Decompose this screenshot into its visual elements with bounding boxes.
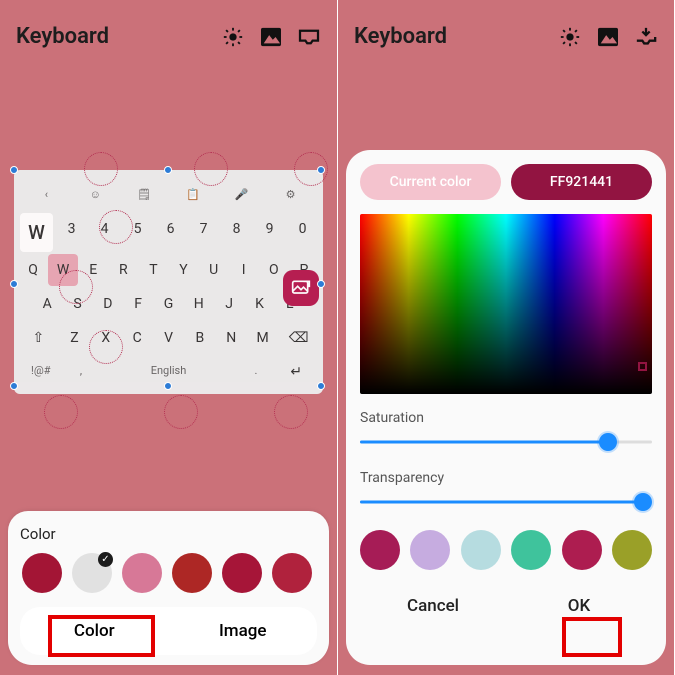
picker-buttons: Cancel OK <box>360 582 652 630</box>
key-w-big: W <box>20 213 53 252</box>
page-title: Keyboard <box>354 24 558 49</box>
topbar-actions <box>221 25 321 49</box>
tab-row: Color Image <box>20 607 317 655</box>
keyboard-preview[interactable]: ‹☺🗒📋🎤⚙ W 3 4 5 6 7 8 9 0 Q W E R T Y U <box>14 170 323 394</box>
cp-swatch-2[interactable] <box>410 530 450 570</box>
topbar: Keyboard <box>338 0 674 59</box>
image-icon[interactable] <box>259 25 283 49</box>
tray-icon[interactable] <box>297 25 321 49</box>
cp-swatch-3[interactable] <box>461 530 501 570</box>
page-title: Keyboard <box>16 24 221 49</box>
saturation-slider[interactable] <box>360 430 652 454</box>
swatch-row: ✓ <box>20 553 317 593</box>
transparency-slider[interactable] <box>360 490 652 514</box>
swatch-4[interactable] <box>172 553 212 593</box>
swatch-1[interactable] <box>22 553 62 593</box>
color-picker-panel: Current color FF921441 Saturation Transp… <box>346 150 666 665</box>
chip-row: Current color FF921441 <box>360 164 652 200</box>
tab-image[interactable]: Image <box>169 607 318 655</box>
image-picker-key[interactable] <box>283 270 319 306</box>
screen-left: Keyboard ‹☺🗒📋🎤⚙ W 3 4 5 6 7 8 9 0 <box>0 0 337 675</box>
swatch-5[interactable] <box>222 553 262 593</box>
brightness-icon[interactable] <box>558 25 582 49</box>
download-tray-icon[interactable] <box>634 25 658 49</box>
spectrum-cursor <box>638 362 647 371</box>
chip-current[interactable]: Current color <box>360 164 501 200</box>
swatch-2[interactable]: ✓ <box>72 553 112 593</box>
cp-swatch-5[interactable] <box>562 530 602 570</box>
panel-label: Color <box>20 525 317 543</box>
picker-swatches <box>360 530 652 570</box>
cp-swatch-1[interactable] <box>360 530 400 570</box>
cp-swatch-6[interactable] <box>612 530 652 570</box>
swatch-6[interactable] <box>272 553 312 593</box>
screen-right: Keyboard Current color FF921441 Saturati… <box>337 0 674 675</box>
brightness-icon[interactable] <box>221 25 245 49</box>
ok-button[interactable]: OK <box>506 582 652 630</box>
topbar: Keyboard <box>0 0 337 59</box>
cancel-button[interactable]: Cancel <box>360 582 506 630</box>
image-icon[interactable] <box>596 25 620 49</box>
saturation-label: Saturation <box>360 410 652 426</box>
check-icon: ✓ <box>98 552 113 567</box>
color-panel: Color ✓ Color Image <box>8 511 329 665</box>
swatch-3[interactable] <box>122 553 162 593</box>
chip-hex[interactable]: FF921441 <box>511 164 652 200</box>
keyboard-body: ‹☺🗒📋🎤⚙ W 3 4 5 6 7 8 9 0 Q W E R T Y U <box>14 170 323 394</box>
tab-color[interactable]: Color <box>20 607 169 655</box>
topbar-actions <box>558 25 658 49</box>
cp-swatch-4[interactable] <box>511 530 551 570</box>
color-spectrum[interactable] <box>360 214 652 394</box>
transparency-label: Transparency <box>360 470 652 486</box>
